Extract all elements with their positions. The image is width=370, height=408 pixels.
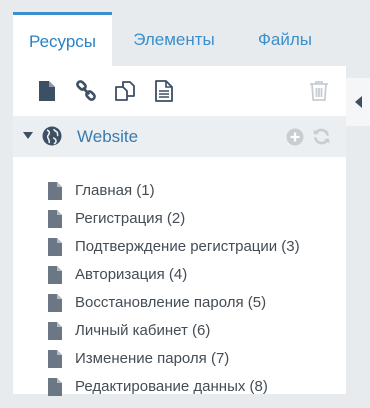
tree-item[interactable]: Подтверждение регистрации (3) [47,235,337,259]
tree-item-label[interactable]: Подтверждение регистрации (3) [75,235,300,259]
new-document-icon [39,81,55,101]
tree-root-label[interactable]: Website [77,116,138,157]
plus-circle-icon [286,128,303,145]
tree-item-label[interactable]: Изменение пароля (7) [75,347,229,371]
resource-tree-card: Website Главная (1) Регистрация (2) Подт… [13,66,346,396]
add-child-button[interactable] [285,127,304,146]
document-text-icon [155,80,173,102]
tree-item[interactable]: Личный кабинет (6) [47,319,337,343]
collapse-panel-handle[interactable] [346,78,370,126]
tab-bar: Ресурсы Элементы Файлы [13,12,346,66]
tree-item[interactable]: Главная (1) [47,179,337,203]
tree-item-label[interactable]: Восстановление пароля (5) [75,291,266,315]
tree-item[interactable]: Восстановление пароля (5) [47,291,337,315]
document-icon [48,182,62,200]
tree-root-row[interactable]: Website [13,116,346,157]
link-icon [76,80,96,101]
trash-button[interactable] [307,79,331,103]
tree-item[interactable]: Изменение пароля (7) [47,347,337,371]
document-icon [48,294,62,312]
toolbar [13,66,346,116]
document-icon [48,266,62,284]
document-icon [48,350,62,368]
tree-item[interactable]: Регистрация (2) [47,207,337,231]
tree-item[interactable]: Редактирование данных (8) [47,375,337,399]
new-document-button[interactable] [35,79,59,103]
document-icon [48,210,62,228]
new-weblink-button[interactable] [74,79,98,103]
new-static-resource-button[interactable] [152,79,176,103]
tree-item-label[interactable]: Редактирование данных (8) [75,375,268,399]
tree-item-label[interactable]: Авторизация (4) [75,263,187,287]
tree-item[interactable]: Авторизация (4) [47,263,337,287]
refresh-button[interactable] [312,127,331,146]
duplicate-button[interactable] [113,79,137,103]
trash-icon [310,81,328,101]
duplicate-icon [115,81,135,101]
globe-icon [42,126,62,146]
caret-left-icon [354,96,362,108]
tree-item-label[interactable]: Регистрация (2) [75,207,185,231]
refresh-icon [313,128,330,145]
tab-resources[interactable]: Ресурсы [13,12,112,66]
tree-item-label[interactable]: Личный кабинет (6) [75,319,210,343]
collapse-caret-icon[interactable] [22,130,34,142]
tab-elements[interactable]: Элементы [117,12,231,66]
tab-files[interactable]: Файлы [235,12,335,66]
document-icon [48,238,62,256]
document-icon [48,322,62,340]
tree-item-label[interactable]: Главная (1) [75,179,155,203]
document-icon [48,378,62,396]
resource-panel: Ресурсы Элементы Файлы Website Главная (… [13,12,370,396]
